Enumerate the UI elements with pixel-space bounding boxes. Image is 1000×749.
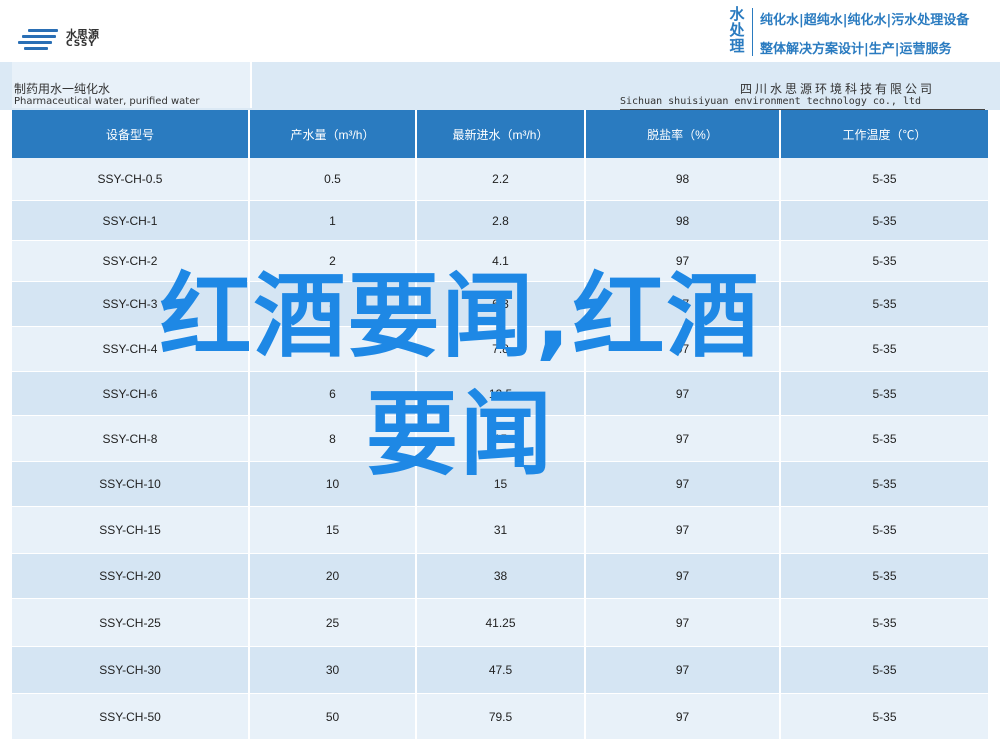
col-header-temperature: 工作温度（℃） [781,110,988,158]
cell-model: SSY-CH-50 [12,694,250,740]
cell-desalination: 98 [586,158,781,201]
cell-inflow: 2.8 [417,201,586,241]
cell-desalination: 97 [586,694,781,740]
table-row: SSY-CH-0.5 0.5 2.2 98 5-35 [12,158,988,201]
cell-output: 30 [250,647,417,694]
overlay-headline: 红酒要闻,红酒 要闻 [40,258,880,494]
cell-desalination: 98 [586,201,781,241]
logo-text-en: CSSY [66,39,96,49]
cell-temperature: 5-35 [781,647,988,694]
cell-model: SSY-CH-15 [12,507,250,554]
logo-stripes-icon [18,29,62,51]
category-title-cn: 制药用水一纯化水 [14,82,111,96]
cell-model: SSY-CH-20 [12,554,250,599]
category-title-en: Pharmaceutical water, purified water [14,96,200,107]
cell-output: 50 [250,694,417,740]
cell-output: 0.5 [250,158,417,201]
table-header-row: 设备型号 产水量（m³/h） 最新进水（m³/h） 脱盐率（%） 工作温度（℃） [12,110,988,158]
cell-desalination: 97 [586,507,781,554]
cell-model: SSY-CH-0.5 [12,158,250,201]
cell-desalination: 97 [586,599,781,647]
cell-inflow: 79.5 [417,694,586,740]
header-divider [752,8,753,56]
cell-temperature: 5-35 [781,694,988,740]
cell-desalination: 97 [586,554,781,599]
company-name-en: Sichuan shuisiyuan environment technolog… [620,96,922,107]
col-header-model: 设备型号 [12,110,250,158]
table-row: SSY-CH-15 15 31 97 5-35 [12,507,988,554]
col-header-output: 产水量（m³/h） [250,110,417,158]
col-header-inflow: 最新进水（m³/h） [417,110,586,158]
cell-model: SSY-CH-25 [12,599,250,647]
overlay-line-2: 要闻 [365,381,554,488]
cell-output: 15 [250,507,417,554]
cell-output: 1 [250,201,417,241]
cell-inflow: 2.2 [417,158,586,201]
table-row: SSY-CH-50 50 79.5 97 5-35 [12,694,988,740]
company-logo: 水思源 CSSY [18,26,128,54]
tagline-services: 整体解决方案设计|生产|运营服务 [760,42,952,57]
cell-inflow: 47.5 [417,647,586,694]
cell-temperature: 5-35 [781,599,988,647]
table-row: SSY-CH-1 1 2.8 98 5-35 [12,201,988,241]
table-row: SSY-CH-30 30 47.5 97 5-35 [12,647,988,694]
table-row: SSY-CH-20 20 38 97 5-35 [12,554,988,599]
cell-model: SSY-CH-30 [12,647,250,694]
cell-model: SSY-CH-1 [12,201,250,241]
tagline-products: 纯化水|超纯水|纯化水|污水处理设备 [760,13,970,28]
cell-temperature: 5-35 [781,507,988,554]
cell-temperature: 5-35 [781,201,988,241]
cell-inflow: 41.25 [417,599,586,647]
company-name-cn: 四川水思源环境科技有限公司 [740,82,936,96]
cell-temperature: 5-35 [781,158,988,201]
col-header-desalination: 脱盐率（%） [586,110,781,158]
overlay-line-1: 红酒要闻,红酒 [159,263,761,370]
cell-desalination: 97 [586,647,781,694]
vertical-title: 水处理 [729,5,745,55]
cell-inflow: 38 [417,554,586,599]
cell-inflow: 31 [417,507,586,554]
cell-output: 25 [250,599,417,647]
cell-temperature: 5-35 [781,554,988,599]
cell-output: 20 [250,554,417,599]
table-row: SSY-CH-25 25 41.25 97 5-35 [12,599,988,647]
